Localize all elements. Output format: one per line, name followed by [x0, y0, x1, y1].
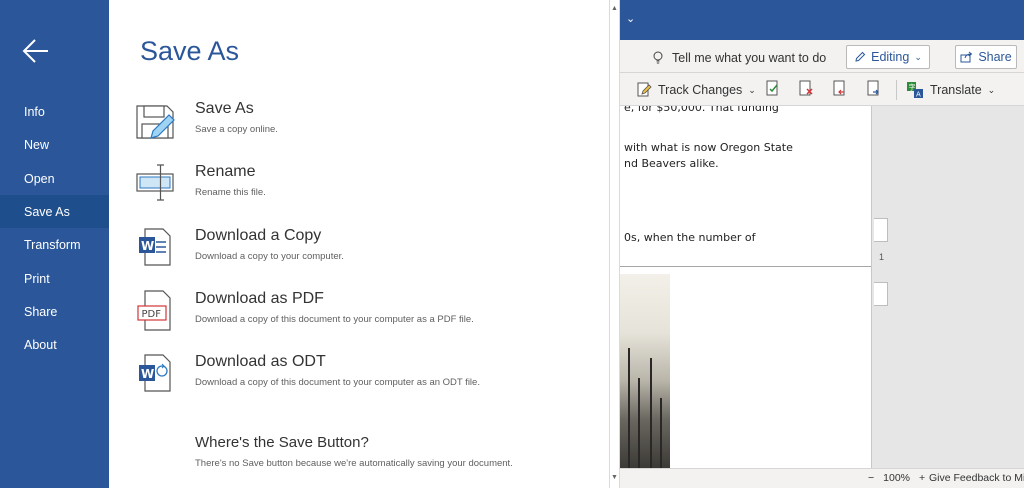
chevron-down-icon: ⌄ — [987, 84, 996, 95]
save-as-option[interactable]: Save As Save a copy online. — [129, 100, 599, 156]
track-changes-icon — [637, 82, 652, 97]
option-description: Download a copy of this document to your… — [195, 377, 480, 388]
share-icon — [960, 51, 973, 63]
option-description: Save a copy online. — [195, 124, 278, 135]
nav-item-share[interactable]: Share — [0, 295, 109, 328]
option-title: Rename — [195, 163, 256, 180]
option-description: Download a copy of this document to your… — [195, 314, 474, 325]
nav-item-about[interactable]: About — [0, 328, 109, 361]
ribbon-divider — [620, 72, 1024, 73]
page-title: Save As — [140, 36, 240, 66]
share-label: Share — [978, 50, 1012, 64]
share-button[interactable]: Share — [955, 45, 1017, 69]
zoom-level[interactable]: 100% — [883, 472, 910, 484]
comment-marker[interactable] — [874, 218, 888, 242]
document-line: e, for $50,000. That funding — [624, 106, 779, 114]
translate-button[interactable]: 字 A Translate ⌄ — [906, 80, 995, 100]
backstage-nav: Info New Open Save As Transform Print Sh… — [0, 0, 109, 488]
save-help-description: There's no Save button because we're aut… — [195, 458, 513, 469]
pdf-document-icon: PDF — [137, 290, 171, 331]
page-number: 1 — [879, 252, 885, 262]
scroll-up-icon[interactable]: ▲ — [610, 3, 619, 15]
document-line: nd Beavers alike. — [624, 157, 719, 170]
nav-item-info[interactable]: Info — [0, 95, 109, 128]
tell-me-text: Tell me what you want to do — [672, 51, 827, 65]
word-document-icon: W — [139, 228, 171, 266]
svg-text:A: A — [916, 91, 921, 99]
download-copy-option[interactable]: W Download a Copy Download a copy to you… — [129, 227, 599, 283]
pencil-icon — [855, 51, 866, 62]
option-description: Rename this file. — [195, 187, 266, 198]
nav-item-transform[interactable]: Transform — [0, 228, 109, 261]
zoom-control: − 100% + — [868, 472, 925, 484]
zoom-in-button[interactable]: + — [919, 472, 925, 484]
document-line: 0s, when the number of — [624, 231, 756, 244]
panel-scrollbar[interactable]: ▲ ▼ — [609, 0, 620, 488]
accept-change-icon[interactable] — [764, 80, 782, 98]
document-line: with what is now Oregon State — [624, 141, 793, 154]
option-title: Download as PDF — [195, 290, 324, 307]
translate-icon: 字 A — [907, 82, 923, 99]
comment-marker[interactable] — [874, 282, 888, 306]
svg-text:W: W — [141, 367, 154, 381]
page-break — [620, 266, 871, 267]
document-photo[interactable] — [620, 274, 670, 468]
translate-label: Translate — [930, 83, 982, 97]
document-page[interactable]: e, for $50,000. That funding with what i… — [620, 106, 872, 468]
save-help-title: Where's the Save Button? — [195, 434, 369, 451]
save-as-panel: Save As Save As Save a copy online. Rena… — [109, 0, 609, 488]
download-pdf-option[interactable]: PDF Download as PDF Download a copy of t… — [129, 290, 599, 346]
reject-change-icon[interactable] — [797, 80, 815, 98]
download-odt-option[interactable]: W Download as ODT Download a copy of thi… — [129, 353, 599, 409]
zoom-out-button[interactable]: − — [868, 472, 874, 484]
lightbulb-icon — [653, 51, 663, 64]
save-as-icon — [136, 105, 175, 139]
feedback-link[interactable]: Give Feedback to Mic — [929, 472, 1024, 484]
editing-label: Editing — [871, 50, 910, 64]
back-arrow-icon[interactable] — [22, 38, 50, 64]
status-bar: − 100% + Give Feedback to Mic — [620, 468, 1024, 488]
rename-option[interactable]: Rename Rename this file. — [129, 163, 599, 219]
odt-document-icon: W — [139, 354, 171, 392]
pdf-label: PDF — [142, 309, 162, 320]
nav-item-open[interactable]: Open — [0, 162, 109, 195]
option-title: Download a Copy — [195, 227, 322, 244]
chevron-down-icon: ⌄ — [748, 84, 756, 95]
svg-text:字: 字 — [909, 83, 916, 92]
chevron-down-icon: ⌄ — [914, 51, 922, 62]
next-change-icon[interactable] — [865, 80, 883, 98]
nav-item-new[interactable]: New — [0, 128, 109, 161]
nav-item-print[interactable]: Print — [0, 262, 109, 295]
ribbon-separator — [896, 80, 897, 100]
chevron-down-icon[interactable]: ⌄ — [626, 12, 635, 25]
track-changes-button[interactable]: Track Changes ⌄ — [636, 80, 756, 100]
editing-mode-button[interactable]: Editing ⌄ — [846, 45, 930, 69]
nav-item-save-as[interactable]: Save As — [0, 195, 109, 228]
track-changes-label: Track Changes — [658, 83, 743, 97]
scroll-down-icon[interactable]: ▼ — [610, 472, 619, 484]
rename-icon — [136, 164, 174, 201]
option-title: Save As — [195, 100, 254, 117]
svg-text:W: W — [141, 239, 154, 253]
option-title: Download as ODT — [195, 353, 326, 370]
option-description: Download a copy to your computer. — [195, 251, 344, 262]
tell-me-search[interactable]: Tell me what you want to do — [652, 49, 826, 67]
previous-change-icon[interactable] — [831, 80, 849, 98]
